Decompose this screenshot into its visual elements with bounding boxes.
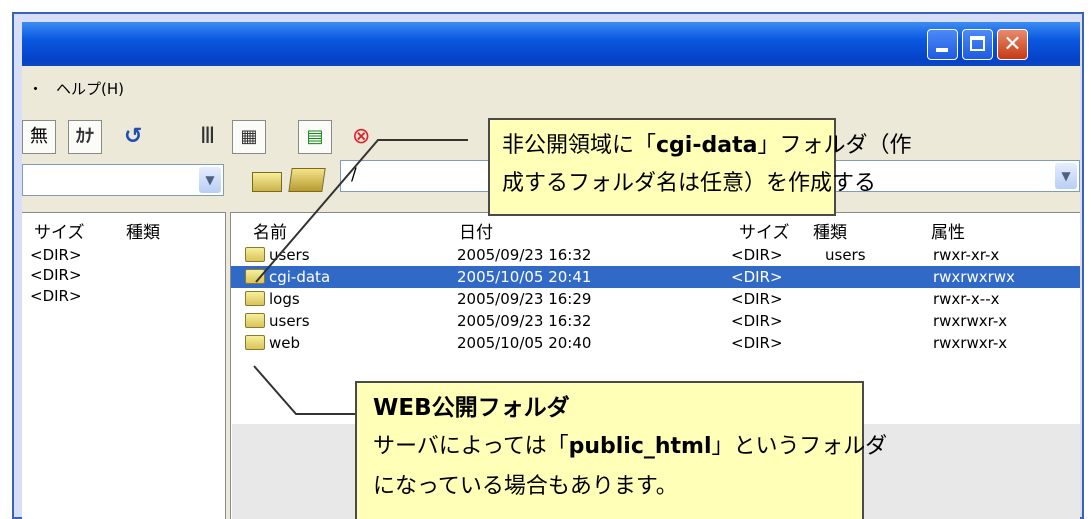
row-name: users [269,312,310,330]
row-name: cgi-data [269,268,331,286]
row-name: users [269,246,310,264]
callout-text: 」というフォルダ [711,434,888,459]
maximize-button[interactable] [962,29,993,60]
minimize-button[interactable] [927,29,958,60]
column-header-type[interactable]: 種類 [126,218,160,243]
row-type: users [825,246,866,264]
folder-icon [245,247,265,262]
column-header-attributes[interactable]: 属性 [931,218,965,243]
close-icon: ✕ [1003,32,1022,57]
close-button[interactable]: ✕ [997,29,1028,60]
no-conversion-button[interactable]: 無 [22,120,56,154]
callout-web-folder: WEB公開フォルダ サーバによっては「public_html」というフォルダ に… [355,381,887,519]
column-header-size[interactable]: サイズ [34,218,85,243]
folder-icon [245,335,265,350]
column-header-date[interactable]: 日付 [459,218,493,243]
tree-view-button[interactable]: ▤ [298,120,332,154]
table-row[interactable]: users 2005/09/23 16:32 <DIR> users rwxr-… [231,244,1080,266]
callout-emphasis: public_html [568,434,712,459]
callout-cgi-data: 非公開領域に「cgi-data」フォルダ（作 成するフォルダ名は任意）を作成する [488,118,911,216]
row-size: <DIR> [731,290,783,308]
folder-icon [245,269,265,284]
row-attributes: rwxr-x--x [933,290,1000,308]
row-date: 2005/09/23 16:29 [457,290,592,308]
callout-text: サーバによっては「 [373,434,569,459]
column-header-name[interactable]: 名前 [253,218,287,243]
row-attributes: rwxrwxr-x [933,312,1008,330]
row-name: logs [269,290,300,308]
list-view-icon[interactable]: Ⅲ [200,120,215,154]
row-attributes: rwxr-xr-x [933,246,1000,264]
row-name: web [269,334,301,352]
title-bar[interactable]: ✕ [22,22,1080,66]
callout-text: 非公開領域に「 [502,133,657,158]
parent-folder-icon[interactable] [252,172,282,192]
minimize-icon [936,48,948,52]
table-row-selected[interactable]: cgi-data 2005/10/05 20:41 <DIR> rwxrwxrw… [231,266,1080,288]
local-row-size[interactable]: <DIR> [30,266,82,284]
callout-line-2: になっている場合もあります。 [373,474,678,499]
detail-view-button[interactable]: ▦ [232,120,266,154]
row-size: <DIR> [731,246,783,264]
table-row[interactable]: web 2005/10/05 20:40 <DIR> rwxrwxr-x [231,332,1080,354]
maximize-icon [970,36,985,51]
toolbar: 無 ｶﾅ ↺ Ⅲ ▦ ▤ ⊗ [22,120,522,154]
kana-conversion-button[interactable]: ｶﾅ [68,120,102,154]
callout-line-1: 非公開領域に「cgi-data」フォルダ（作 [502,127,911,165]
row-date: 2005/09/23 16:32 [457,246,592,264]
folder-icon [245,291,265,306]
row-size: <DIR> [731,312,783,330]
row-attributes: rwxrwxr-x [933,334,1008,352]
callout-title: WEB公開フォルダ [373,395,570,421]
stop-icon[interactable]: ⊗ [352,120,370,154]
local-path-combo[interactable]: ▼ [22,164,224,196]
open-folder-icon[interactable] [288,168,326,192]
local-row-size[interactable]: <DIR> [30,287,82,305]
remote-path-value: / [351,165,357,185]
chevron-down-icon[interactable]: ▼ [199,167,221,193]
callout-emphasis: cgi-data [656,133,758,158]
row-date: 2005/10/05 20:40 [457,334,592,352]
local-file-list[interactable]: サイズ 種類 <DIR> <DIR> <DIR> [22,212,226,519]
column-header-type[interactable]: 種類 [813,218,847,243]
column-header-size[interactable]: サイズ [739,218,790,243]
chevron-down-icon[interactable]: ▼ [1055,163,1077,189]
callout-line-1: サーバによっては「public_html」というフォルダ [373,427,887,467]
row-date: 2005/10/05 20:41 [457,268,592,286]
menu-item-partial[interactable]: ・ [28,78,43,99]
refresh-icon[interactable]: ↺ [124,120,142,154]
row-size: <DIR> [731,268,783,286]
callout-text: 」フォルダ（作 [757,133,912,158]
row-attributes: rwxrwxrwx [933,268,1015,286]
local-row-size[interactable]: <DIR> [30,246,82,264]
menu-item-help[interactable]: ヘルプ(H) [56,78,124,99]
table-row[interactable]: users 2005/09/23 16:32 <DIR> rwxrwxr-x [231,310,1080,332]
callout-line-2: 成するフォルダ名は任意）を作成する [502,171,877,196]
row-date: 2005/09/23 16:32 [457,312,592,330]
row-size: <DIR> [731,334,783,352]
table-row[interactable]: logs 2005/09/23 16:29 <DIR> rwxr-x--x [231,288,1080,310]
folder-icon [245,313,265,328]
